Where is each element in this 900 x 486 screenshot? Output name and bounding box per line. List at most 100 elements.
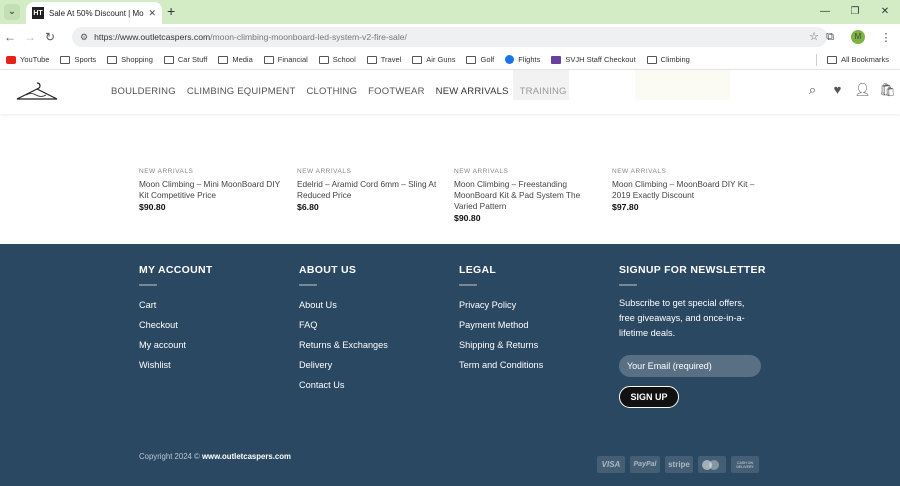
product-card[interactable]: NEW ARRIVALS Edelrid – Aramid Cord 6mm –…	[297, 168, 447, 212]
footer-link-cart[interactable]: Cart	[139, 300, 213, 310]
footer-link-returns[interactable]: Returns & Exchanges	[299, 340, 388, 350]
signup-button[interactable]: SIGN UP	[619, 386, 679, 408]
footer-heading: MY ACCOUNT	[139, 264, 213, 276]
footer-about-us: ABOUT US About Us FAQ Returns & Exchange…	[299, 264, 388, 400]
bookmark-youtube[interactable]: YouTube	[6, 55, 49, 64]
folder-icon	[218, 55, 229, 64]
folder-icon	[646, 55, 657, 64]
cart-bag-icon[interactable]: 🛍︎	[875, 82, 900, 98]
minimize-icon[interactable]: —	[810, 0, 840, 24]
product-category[interactable]: NEW ARRIVALS	[297, 168, 447, 175]
nav-training[interactable]: TRAINING	[520, 86, 567, 97]
bookmark-climbing[interactable]: Climbing	[646, 55, 690, 64]
footer-link-shipping-returns[interactable]: Shipping & Returns	[459, 340, 543, 350]
nav-clothing[interactable]: CLOTHING	[306, 86, 357, 97]
product-price: $6.80	[297, 202, 319, 212]
nav-bouldering[interactable]: BOULDERING	[111, 86, 176, 97]
bookmark-car-stuff[interactable]: Car Stuff	[163, 55, 207, 64]
footer-link-contact-us[interactable]: Contact Us	[299, 380, 388, 390]
url-host: https://www.outletcaspers.com	[94, 32, 211, 42]
heading-divider	[459, 284, 477, 286]
folder-icon	[366, 55, 377, 64]
newsletter-email-input[interactable]: Your Email (required)	[619, 355, 761, 377]
footer-link-payment-method[interactable]: Payment Method	[459, 320, 543, 330]
forward-arrow-icon[interactable]: →	[20, 30, 40, 44]
product-price: $97.80	[612, 202, 639, 212]
site-info-icon[interactable]: ⚙	[80, 32, 88, 43]
copyright-site-link[interactable]: www.outletcaspers.com	[202, 452, 291, 461]
site-logo[interactable]	[14, 80, 60, 104]
bookmark-separator	[816, 53, 818, 66]
product-price: $90.80	[454, 213, 481, 223]
wishlist-heart-icon[interactable]: ♥	[825, 82, 850, 98]
bookmark-media[interactable]: Media	[218, 55, 253, 64]
reload-icon[interactable]: ↻	[40, 30, 60, 44]
tab-close-icon[interactable]: ✕	[148, 8, 156, 19]
footer-link-privacy-policy[interactable]: Privacy Policy	[459, 300, 543, 310]
product-name[interactable]: Moon Climbing – MoonBoard DIY Kit – 2019…	[612, 179, 762, 201]
extensions-icon[interactable]: ⧉	[816, 31, 844, 44]
payment-icons: VISA PayPal stripe CASH ON DELIVERY	[597, 456, 764, 473]
footer-link-terms[interactable]: Term and Conditions	[459, 360, 543, 370]
heading-divider	[299, 284, 317, 286]
flights-icon	[505, 55, 515, 64]
newsletter-text: Subscribe to get special offers, free gi…	[619, 298, 745, 338]
tab-search-chevron-icon[interactable]: ⌄	[4, 4, 20, 20]
mastercard-circles	[702, 459, 722, 470]
main-navigation: BOULDERING CLIMBING EQUIPMENT CLOTHING F…	[111, 86, 578, 97]
footer-link-about-us[interactable]: About Us	[299, 300, 388, 310]
search-icon[interactable]: ⌕	[800, 82, 825, 98]
browser-toolbar: ← → ↻ ⚙ https://www.outletcaspers.com/mo…	[0, 24, 900, 50]
toolbar-right: ⧉ M ⋮	[816, 24, 900, 50]
nav-footwear[interactable]: FOOTWEAR	[368, 86, 425, 97]
footer-link-faq[interactable]: FAQ	[299, 320, 388, 330]
back-arrow-icon[interactable]: ←	[0, 30, 20, 44]
new-tab-plus-icon[interactable]: +	[167, 3, 175, 19]
tab-title: Sale At 50% Discount | Moon C	[49, 8, 144, 18]
bookmark-flights[interactable]: Flights	[505, 55, 540, 64]
footer-link-wishlist[interactable]: Wishlist	[139, 360, 213, 370]
profile-avatar[interactable]: M	[851, 30, 865, 44]
bookmark-sports[interactable]: Sports	[60, 55, 96, 64]
product-name[interactable]: Edelrid – Aramid Cord 6mm – Sling At Red…	[297, 179, 447, 201]
address-bar[interactable]: ⚙ https://www.outletcaspers.com/moon-cli…	[72, 27, 827, 47]
restore-icon[interactable]: ❐	[840, 0, 870, 24]
bookmark-school[interactable]: School	[318, 55, 356, 64]
bookmark-svjh-staff-checkout[interactable]: SVJH Staff Checkout	[551, 55, 636, 64]
heading-divider	[139, 284, 157, 286]
nav-new-arrivals[interactable]: NEW ARRIVALS	[436, 86, 509, 97]
footer-link-my-account[interactable]: My account	[139, 340, 213, 350]
folder-icon	[827, 55, 838, 64]
product-card[interactable]: NEW ARRIVALS Moon Climbing – Mini MoonBo…	[139, 168, 289, 212]
paypal-icon: PayPal	[630, 456, 660, 473]
product-grid: NEW ARRIVALS Moon Climbing – Mini MoonBo…	[0, 114, 900, 244]
bookmark-travel[interactable]: Travel	[366, 55, 401, 64]
bookmark-financial[interactable]: Financial	[263, 55, 308, 64]
more-menu-icon[interactable]: ⋮	[872, 31, 900, 44]
visa-icon: VISA	[597, 456, 625, 473]
folder-icon	[60, 55, 71, 64]
site-header: BOULDERING CLIMBING EQUIPMENT CLOTHING F…	[0, 70, 900, 114]
browser-tab-active[interactable]: HT Sale At 50% Discount | Moon C ✕	[26, 2, 162, 24]
product-name[interactable]: Moon Climbing – Freestanding MoonBoard K…	[454, 179, 604, 212]
product-category[interactable]: NEW ARRIVALS	[454, 168, 604, 175]
product-card[interactable]: NEW ARRIVALS Moon Climbing – Freestandin…	[454, 168, 604, 223]
footer-heading: SIGNUP FOR NEWSLETTER	[619, 264, 766, 276]
footer-my-account: MY ACCOUNT Cart Checkout My account Wish…	[139, 264, 213, 380]
account-user-icon[interactable]: 👤︎	[850, 82, 875, 98]
product-card[interactable]: NEW ARRIVALS Moon Climbing – MoonBoard D…	[612, 168, 762, 212]
window-close-icon[interactable]: ✕	[870, 0, 900, 24]
header-icons: ⌕ ♥ 👤︎ 🛍︎	[800, 82, 900, 98]
nav-climbing-equipment[interactable]: CLIMBING EQUIPMENT	[187, 86, 296, 97]
product-category[interactable]: NEW ARRIVALS	[139, 168, 289, 175]
footer-link-checkout[interactable]: Checkout	[139, 320, 213, 330]
stripe-icon: stripe	[665, 456, 693, 473]
bookmark-shopping[interactable]: Shopping	[107, 55, 153, 64]
bookmark-air-guns[interactable]: Air Guns	[412, 55, 455, 64]
product-category[interactable]: NEW ARRIVALS	[612, 168, 762, 175]
bookmark-golf[interactable]: Golf	[466, 55, 494, 64]
cash-on-delivery-icon: CASH ON DELIVERY	[731, 456, 759, 473]
product-name[interactable]: Moon Climbing – Mini MoonBoard DIY Kit C…	[139, 179, 289, 201]
footer-link-delivery[interactable]: Delivery	[299, 360, 388, 370]
all-bookmarks[interactable]: All Bookmarks	[816, 53, 889, 66]
